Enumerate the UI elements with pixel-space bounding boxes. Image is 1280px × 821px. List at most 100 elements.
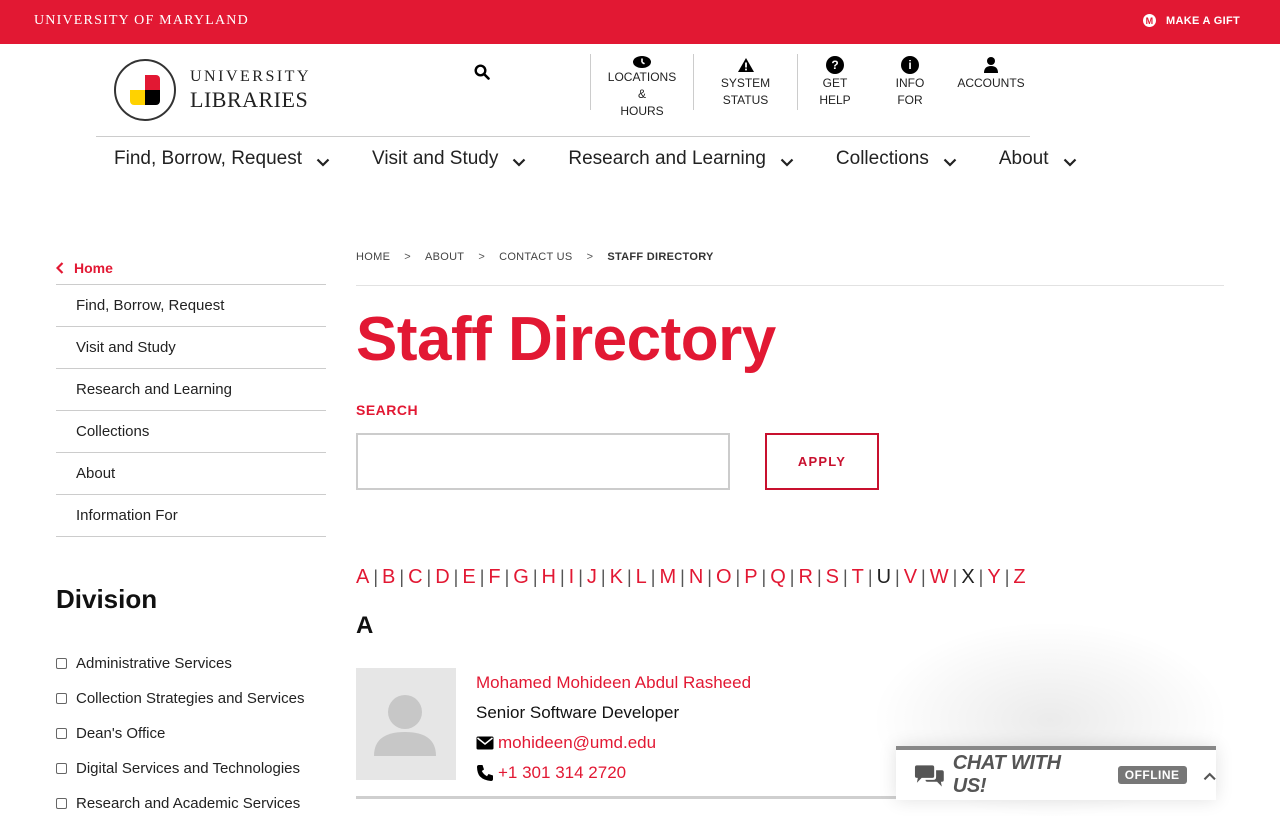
- letter-o[interactable]: O: [716, 566, 732, 589]
- letter-n[interactable]: N: [689, 566, 703, 589]
- logo-line1: UNIVERSITY: [190, 68, 311, 85]
- sidebar-item-find-borrow-request[interactable]: Find, Borrow, Request: [56, 285, 326, 327]
- user-icon: [982, 56, 1000, 74]
- letter-d[interactable]: D: [435, 566, 449, 589]
- letter-separator: |: [735, 567, 741, 587]
- locations-hours-link[interactable]: LOCATIONS & HOURS: [590, 54, 694, 118]
- division-filter-research-academic-services[interactable]: Research and Academic Services: [56, 786, 304, 821]
- letter-b[interactable]: B: [382, 566, 395, 589]
- letter-l[interactable]: L: [636, 566, 647, 589]
- checkbox[interactable]: [56, 728, 67, 739]
- nav-about[interactable]: About: [999, 148, 1077, 170]
- letter-separator: |: [650, 567, 656, 587]
- letter-i[interactable]: I: [569, 566, 575, 589]
- nav-research-and-learning[interactable]: Research and Learning: [568, 148, 794, 170]
- nav-collections[interactable]: Collections: [836, 148, 957, 170]
- breadcrumb-home[interactable]: HOME: [356, 251, 390, 263]
- letter-v[interactable]: V: [904, 566, 917, 589]
- letter-g[interactable]: G: [513, 566, 529, 589]
- division-filter-label: Research and Academic Services: [76, 795, 301, 812]
- system-status-link[interactable]: SYSTEM STATUS: [694, 54, 798, 110]
- chevron-down-icon: [780, 158, 794, 167]
- get-help-label: GET HELP: [819, 76, 851, 107]
- checkbox[interactable]: [56, 658, 67, 669]
- card-divider: [356, 796, 896, 799]
- help-icon: ?: [826, 56, 844, 74]
- breadcrumb-separator: >: [586, 251, 594, 263]
- staff-search-input[interactable]: [356, 433, 730, 490]
- letter-separator: |: [789, 567, 795, 587]
- breadcrumb-contact-us[interactable]: CONTACT US: [499, 251, 573, 263]
- letter-separator: |: [453, 567, 459, 587]
- gift-icon: M: [1143, 14, 1157, 27]
- letter-separator: |: [373, 567, 379, 587]
- breadcrumb-divider: [356, 285, 1224, 286]
- chevron-down-icon: [316, 158, 330, 167]
- system-status-label2: STATUS: [722, 93, 769, 107]
- letter-separator: |: [532, 567, 538, 587]
- letter-f[interactable]: F: [488, 566, 500, 589]
- letter-y[interactable]: Y: [987, 566, 1000, 589]
- sidebar-item-visit-and-study[interactable]: Visit and Study: [56, 327, 326, 369]
- chevron-up-icon[interactable]: [1203, 772, 1216, 781]
- nav-find-borrow-request[interactable]: Find, Borrow, Request: [114, 148, 330, 170]
- letter-q[interactable]: Q: [770, 566, 786, 589]
- sidebar-item-information-for[interactable]: Information For: [56, 495, 326, 537]
- libraries-logo[interactable]: UNIVERSITY LIBRARIES: [114, 58, 314, 122]
- nav-label: Collections: [835, 148, 929, 169]
- letter-separator: |: [978, 567, 984, 587]
- letter-p[interactable]: P: [744, 566, 757, 589]
- sidebar-home-label: Home: [74, 260, 113, 276]
- letter-j[interactable]: J: [587, 566, 597, 589]
- locations-label: LOCATIONS &: [607, 70, 677, 101]
- chevron-down-icon: [513, 158, 526, 167]
- checkbox[interactable]: [56, 693, 67, 704]
- letter-c[interactable]: C: [408, 566, 422, 589]
- breadcrumb-about[interactable]: ABOUT: [425, 251, 464, 263]
- info-icon: i: [901, 56, 919, 74]
- division-filter-administrative-services[interactable]: Administrative Services: [56, 646, 304, 681]
- make-a-gift-link[interactable]: M MAKE A GIFT: [1143, 14, 1240, 27]
- header-search-button[interactable]: [474, 64, 492, 82]
- phone-icon: [477, 765, 493, 781]
- breadcrumb-current: STAFF DIRECTORY: [607, 251, 714, 263]
- letter-x: X: [961, 566, 975, 588]
- division-filter-collection-strategies[interactable]: Collection Strategies and Services: [56, 681, 304, 716]
- staff-email-link[interactable]: mohideen@umd.edu: [498, 733, 656, 753]
- chat-label: CHAT WITH US!: [952, 752, 1061, 797]
- division-filter-list: Administrative Services Collection Strat…: [56, 646, 304, 821]
- letter-e[interactable]: E: [462, 566, 475, 589]
- letter-w[interactable]: W: [930, 566, 949, 589]
- umd-link[interactable]: UNIVERSITY OF MARYLAND: [34, 13, 249, 29]
- get-help-link[interactable]: ? GET HELP: [798, 54, 872, 110]
- sidebar-item-about[interactable]: About: [56, 453, 326, 495]
- sidebar-home[interactable]: Home: [56, 252, 326, 285]
- division-filter-deans-office[interactable]: Dean's Office: [56, 716, 304, 751]
- sidebar-item-collections[interactable]: Collections: [56, 411, 326, 453]
- search-icon: [474, 64, 490, 80]
- letter-k[interactable]: K: [610, 566, 623, 589]
- letter-z[interactable]: Z: [1013, 566, 1025, 589]
- division-filter-label: Collection Strategies and Services: [76, 690, 305, 707]
- letter-h[interactable]: H: [542, 566, 556, 589]
- letter-a[interactable]: A: [356, 566, 369, 589]
- utility-nav: LOCATIONS & HOURS SYSTEM STATUS ? GET HE…: [590, 54, 1034, 118]
- letter-m[interactable]: M: [659, 566, 676, 589]
- letter-separator: |: [867, 567, 873, 587]
- logo-line2: LIBRARIES: [190, 87, 309, 112]
- checkbox[interactable]: [56, 763, 67, 774]
- letter-r[interactable]: R: [798, 566, 812, 589]
- division-filter-digital-services[interactable]: Digital Services and Technologies: [56, 751, 304, 786]
- staff-phone-link[interactable]: +1 301 314 2720: [498, 763, 626, 783]
- apply-button[interactable]: APPLY: [765, 433, 879, 490]
- chat-widget[interactable]: CHAT WITH US! OFFLINE: [896, 746, 1216, 800]
- clock-icon: [633, 56, 651, 68]
- accounts-link[interactable]: ACCOUNTS: [948, 54, 1034, 110]
- sidebar-item-research-and-learning[interactable]: Research and Learning: [56, 369, 326, 411]
- letter-t[interactable]: T: [852, 566, 864, 589]
- info-for-link[interactable]: i INFO FOR: [872, 54, 948, 110]
- letter-s[interactable]: S: [826, 566, 839, 589]
- staff-name-link[interactable]: Mohamed Mohideen Abdul Rasheed: [476, 673, 751, 693]
- nav-visit-and-study[interactable]: Visit and Study: [372, 148, 526, 170]
- nav-label: About: [998, 148, 1049, 169]
